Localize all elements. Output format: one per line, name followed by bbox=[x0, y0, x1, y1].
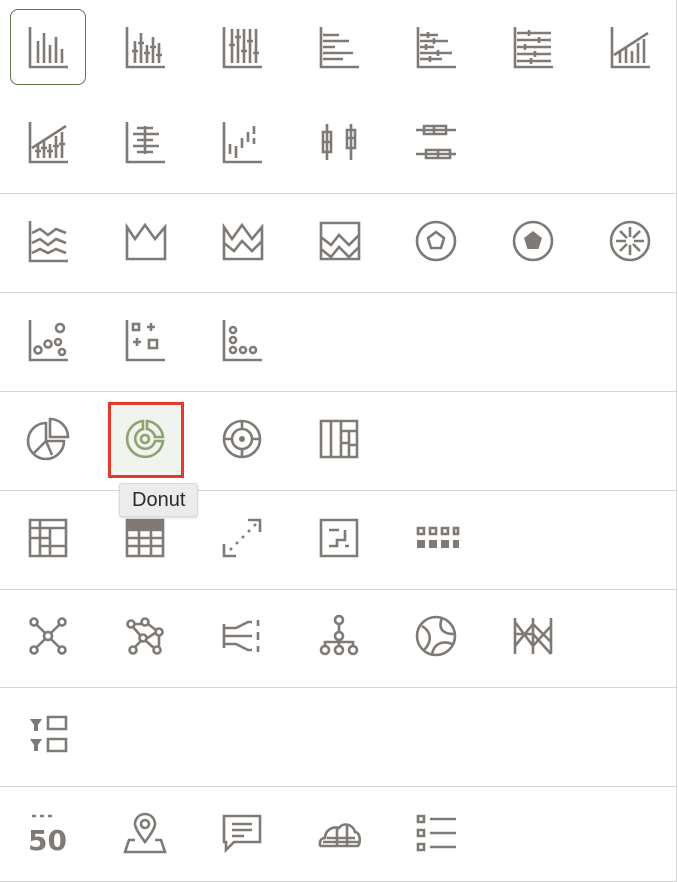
bar-line-combo-button[interactable] bbox=[592, 9, 668, 85]
line-icon bbox=[28, 221, 68, 263]
tile-icon bbox=[319, 518, 359, 558]
percent-area-icon bbox=[319, 221, 361, 261]
network-icon bbox=[29, 617, 67, 655]
stacked-area-button[interactable] bbox=[204, 203, 280, 279]
percent-stacked-bar-button[interactable] bbox=[204, 9, 280, 85]
network-button[interactable] bbox=[10, 598, 86, 674]
bar-line-combo-icon bbox=[610, 27, 650, 69]
pie-button[interactable] bbox=[10, 401, 86, 477]
stacked-bar-button[interactable] bbox=[107, 9, 183, 85]
group-pie-donut bbox=[0, 392, 676, 491]
filled-radar-icon bbox=[512, 220, 554, 262]
pivot-table-button[interactable] bbox=[10, 500, 86, 576]
group-filters bbox=[0, 688, 676, 787]
bar-icon bbox=[28, 27, 68, 69]
horizontal-bar-button[interactable] bbox=[301, 9, 377, 85]
waterfall-button[interactable] bbox=[204, 104, 280, 180]
line-chart-button[interactable] bbox=[10, 203, 86, 279]
area-chart-button[interactable] bbox=[107, 203, 183, 279]
radar-button[interactable] bbox=[398, 203, 474, 279]
parallel-coordinates-icon bbox=[513, 618, 553, 655]
svg-text:50: 50 bbox=[28, 824, 67, 857]
radial-icon bbox=[609, 220, 651, 262]
sunburst-button[interactable] bbox=[204, 401, 280, 477]
text-box-button[interactable] bbox=[204, 796, 280, 872]
horizontal-percent-stacked-bar-button[interactable] bbox=[495, 9, 571, 85]
area-icon bbox=[125, 222, 167, 261]
pie-icon bbox=[26, 417, 70, 461]
group-network-hierarchy bbox=[0, 590, 676, 688]
treemap-icon bbox=[319, 419, 359, 459]
sankey-button[interactable] bbox=[204, 598, 280, 674]
donut-button[interactable] bbox=[107, 401, 183, 477]
bar-chart-button[interactable] bbox=[10, 9, 86, 85]
horizontal-boxplot-icon bbox=[416, 124, 456, 160]
chord-button[interactable] bbox=[398, 598, 474, 674]
group-tables-grids bbox=[0, 491, 676, 590]
pivot-table-icon bbox=[28, 518, 68, 558]
sankey-icon bbox=[222, 620, 260, 652]
heatmap-icon bbox=[416, 526, 460, 548]
boxplot-icon bbox=[321, 124, 357, 160]
grid-scatter-icon bbox=[125, 320, 165, 362]
percent-stacked-bar-icon bbox=[222, 27, 262, 69]
stacked-bar-line-icon bbox=[28, 122, 68, 164]
tag-cloud-icon bbox=[318, 823, 362, 848]
group-bar-charts bbox=[0, 0, 676, 194]
filter-controls-button[interactable] bbox=[10, 697, 86, 773]
stacked-bar-icon bbox=[125, 27, 165, 69]
stacked-area-icon bbox=[222, 222, 264, 261]
kpi-number-button[interactable]: 50 bbox=[10, 796, 86, 872]
horizontal-stacked-bar-button[interactable] bbox=[398, 9, 474, 85]
scatter-button[interactable] bbox=[10, 302, 86, 378]
group-scatter bbox=[0, 293, 676, 392]
parallel-coordinates-button[interactable] bbox=[495, 598, 571, 674]
radar-icon bbox=[415, 220, 457, 262]
treemap-button[interactable] bbox=[301, 401, 377, 477]
radial-button[interactable] bbox=[592, 203, 668, 279]
scatter-icon bbox=[28, 320, 68, 362]
list-icon bbox=[416, 814, 456, 852]
table-icon bbox=[125, 518, 165, 558]
heatmap-button[interactable] bbox=[398, 500, 474, 576]
filter-controls-icon bbox=[30, 715, 68, 753]
correlation-icon bbox=[222, 518, 262, 558]
map-button[interactable] bbox=[107, 796, 183, 872]
donut-tooltip: Donut bbox=[119, 483, 199, 517]
group-line-area-radar bbox=[0, 194, 676, 293]
tile-button[interactable] bbox=[301, 500, 377, 576]
group-other: 50 bbox=[0, 787, 676, 882]
network-graph-button[interactable] bbox=[107, 598, 183, 674]
horizontal-stacked-lines-button[interactable] bbox=[107, 104, 183, 180]
network-graph-icon bbox=[126, 617, 164, 655]
map-icon bbox=[123, 812, 167, 854]
horizontal-boxplot-button[interactable] bbox=[398, 104, 474, 180]
horizontal-percent-stacked-bar-icon bbox=[513, 27, 553, 69]
stacked-bar-line-button[interactable] bbox=[10, 104, 86, 180]
percent-area-button[interactable] bbox=[301, 203, 377, 279]
kpi-number-icon: 50 bbox=[28, 814, 67, 857]
hierarchy-button[interactable] bbox=[301, 598, 377, 674]
list-button[interactable] bbox=[398, 796, 474, 872]
text-box-icon bbox=[222, 814, 262, 854]
boxplot-button[interactable] bbox=[301, 104, 377, 180]
waterfall-icon bbox=[222, 122, 262, 164]
horizontal-bar-icon bbox=[319, 27, 359, 69]
hierarchy-icon bbox=[319, 614, 359, 656]
dot-plot-icon bbox=[222, 320, 262, 362]
dot-plot-button[interactable] bbox=[204, 302, 280, 378]
grid-scatter-button[interactable] bbox=[107, 302, 183, 378]
chord-icon bbox=[415, 615, 457, 657]
horizontal-stacked-bar-icon bbox=[416, 27, 456, 69]
sunburst-icon bbox=[222, 419, 262, 459]
visualization-picker: 50 Donut bbox=[0, 0, 677, 882]
correlation-button[interactable] bbox=[204, 500, 280, 576]
tag-cloud-button[interactable] bbox=[301, 796, 377, 872]
horizontal-stacked-lines-icon bbox=[125, 122, 165, 164]
donut-icon bbox=[125, 419, 165, 459]
filled-radar-button[interactable] bbox=[495, 203, 571, 279]
